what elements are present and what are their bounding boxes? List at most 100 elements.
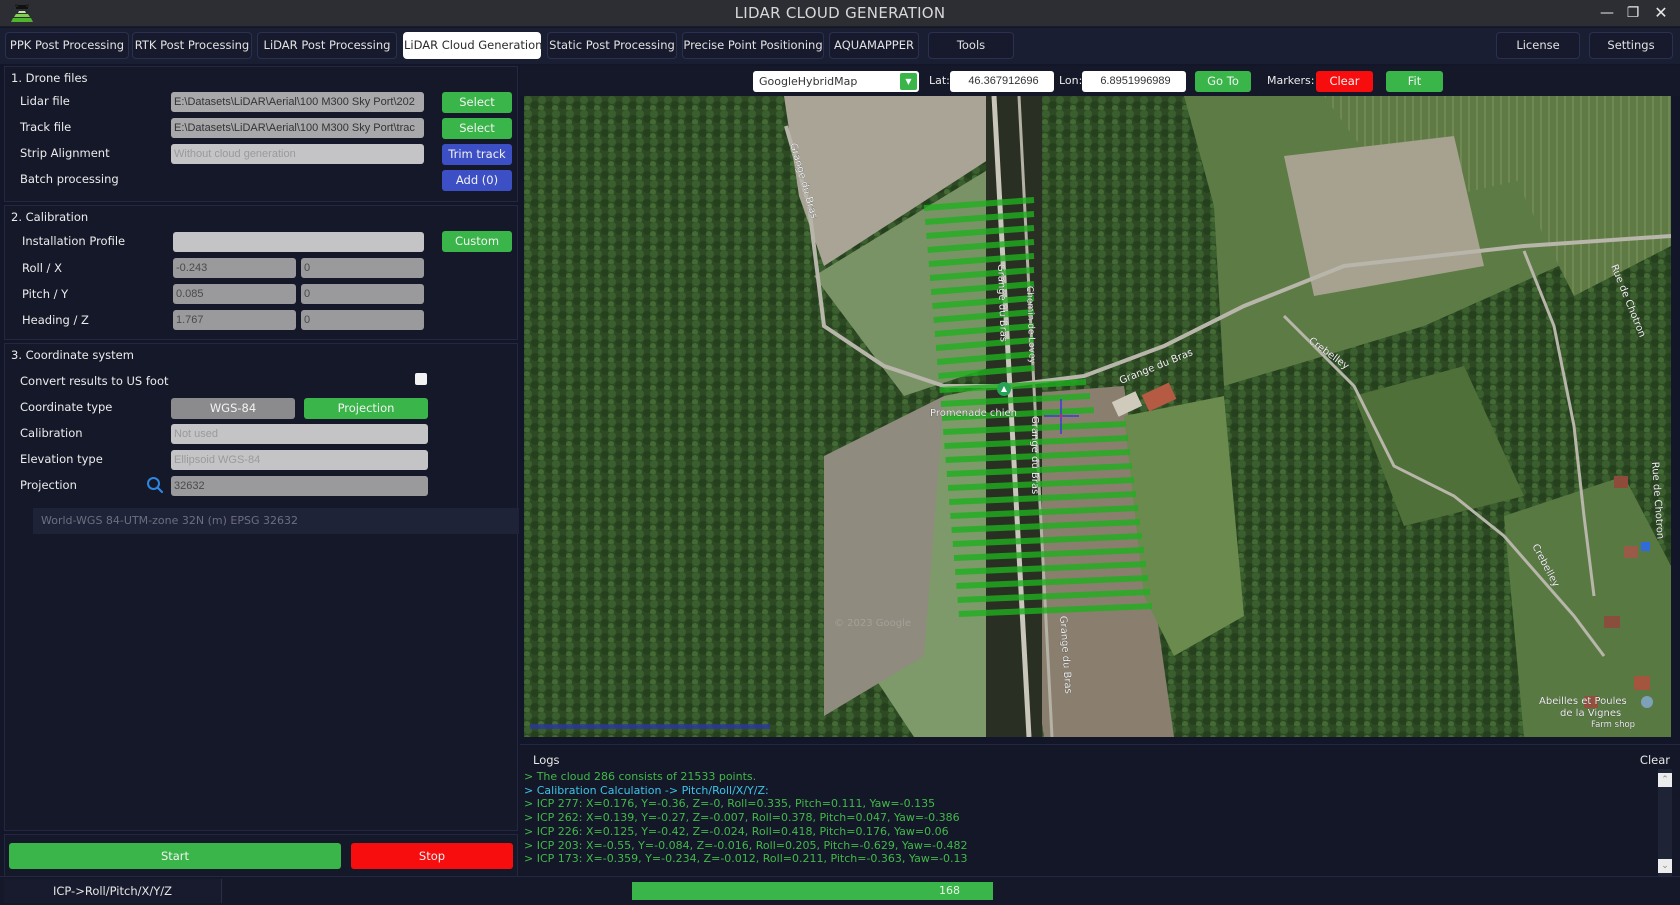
lidar-file-input[interactable]: E:\Datasets\LiDAR\Aerial\100 M300 Sky Po… — [171, 92, 424, 112]
tab-rtk-post-processing[interactable]: RTK Post Processing — [132, 32, 252, 59]
map-attribution-bar — [530, 724, 770, 729]
us-foot-checkbox[interactable] — [415, 373, 427, 385]
trim-track-button[interactable]: Trim track — [442, 144, 512, 165]
drone-files-title: 1. Drone files — [11, 71, 88, 85]
installation-profile-label: Installation Profile — [22, 234, 126, 248]
log-line: > ICP 262: X=0.139, Y=-0.27, Z=-0.007, R… — [524, 811, 960, 825]
map-label: Farm shop — [1591, 720, 1635, 730]
logs-panel: Logs Clear > The cloud 286 consists of 2… — [520, 744, 1680, 879]
tab-settings[interactable]: Settings — [1589, 32, 1673, 59]
coordinate-type-label: Coordinate type — [20, 400, 113, 414]
left-panel: 1. Drone files Lidar file E:\Datasets\Li… — [4, 66, 519, 878]
projection-button[interactable]: Projection — [304, 398, 428, 419]
batch-processing-label: Batch processing — [20, 172, 119, 186]
y-offset-input[interactable]: 0 — [301, 284, 424, 304]
chevron-down-icon: ▼ — [900, 73, 917, 90]
projection-input[interactable]: 32632 — [171, 476, 428, 496]
tab-precise-point-positioning[interactable]: Precise Point Positioning — [682, 32, 824, 59]
map-building — [1614, 476, 1628, 488]
wgs84-button[interactable]: WGS-84 — [171, 398, 295, 419]
markers-fit-button[interactable]: Fit — [1386, 71, 1443, 92]
tab-tools[interactable]: Tools — [928, 32, 1014, 59]
log-line: > ICP 173: X=-0.359, Y=-0.234, Z=-0.012,… — [524, 852, 968, 866]
roll-value-input[interactable]: -0.243 — [173, 258, 296, 278]
calibration-title: 2. Calibration — [11, 210, 89, 224]
main-tab-bar: PPK Post Processing RTK Post Processing … — [0, 28, 1680, 64]
restore-button[interactable]: ❐ — [1622, 3, 1644, 23]
log-lines: > The cloud 286 consists of 21533 points… — [524, 770, 968, 866]
coordinate-system-title: 3. Coordinate system — [11, 348, 134, 362]
drone-files-group: 1. Drone files Lidar file E:\Datasets\Li… — [4, 66, 518, 202]
lon-input[interactable]: 6.8951996989 — [1082, 71, 1186, 92]
pitch-label: Pitch / Y — [22, 287, 69, 301]
map-view[interactable]: Grange du Bras Grange du Bras Grange du … — [524, 96, 1671, 737]
batch-add-button[interactable]: Add (0) — [442, 170, 512, 191]
start-button[interactable]: Start — [9, 843, 341, 869]
tab-ppk-post-processing[interactable]: PPK Post Processing — [5, 32, 129, 59]
map-shop-pin-icon[interactable] — [1641, 696, 1653, 708]
title-bar: LIDAR CLOUD GENERATION — ❐ ✕ — [0, 0, 1680, 27]
map-bus-stop-icon — [1641, 542, 1650, 551]
roll-label: Roll / X — [22, 261, 62, 275]
heading-value-input[interactable]: 1.767 — [173, 310, 296, 330]
log-line: > ICP 277: X=0.176, Y=-0.36, Z=-0, Roll=… — [524, 797, 936, 811]
projection-label: Projection — [20, 478, 77, 492]
lidar-file-select-button[interactable]: Select — [442, 92, 512, 113]
scroll-up-icon[interactable]: ⌃ — [1658, 773, 1672, 787]
tab-static-post-processing[interactable]: Static Post Processing — [547, 32, 677, 59]
track-file-label: Track file — [20, 120, 72, 134]
tab-aquamapper[interactable]: AQUAMAPPER — [829, 32, 919, 59]
window-title: LIDAR CLOUD GENERATION — [734, 4, 946, 22]
logs-scrollbar[interactable]: ⌃ ⌄ — [1658, 769, 1672, 879]
map-building — [1634, 676, 1650, 690]
heading-label: Heading / Z — [22, 313, 89, 327]
map-label: Grange du Bras — [1029, 416, 1040, 494]
calibration-group: 2. Calibration Installation Profile Cust… — [4, 205, 518, 340]
custom-profile-button[interactable]: Custom — [442, 231, 512, 252]
map-type-select[interactable]: GoogleHybridMap ▼ — [753, 71, 919, 92]
satellite-map: Grange du Bras Grange du Bras Grange du … — [524, 96, 1671, 737]
markers-clear-button[interactable]: Clear — [1316, 71, 1373, 92]
markers-label: Markers: — [1267, 74, 1315, 87]
lon-label: Lon: — [1059, 74, 1083, 87]
map-toolbar: GoogleHybridMap ▼ Lat: 46.367912696 Lon:… — [520, 66, 1680, 96]
track-file-input[interactable]: E:\Datasets\LiDAR\Aerial\100 M300 Sky Po… — [171, 118, 424, 138]
goto-button[interactable]: Go To — [1195, 71, 1251, 92]
map-building — [1604, 616, 1620, 628]
minimize-button[interactable]: — — [1596, 3, 1618, 23]
tab-lidar-post-processing[interactable]: LiDAR Post Processing — [257, 32, 397, 59]
log-line: > Calibration Calculation -> Pitch/Roll/… — [524, 783, 769, 797]
logs-clear-button[interactable]: Clear — [1640, 753, 1670, 767]
track-file-select-button[interactable]: Select — [442, 118, 512, 139]
elevation-type-input[interactable]: Ellipsoid WGS-84 — [171, 450, 428, 470]
map-copyright: © 2023 Google — [834, 618, 911, 629]
progress-value: 168 — [939, 884, 960, 897]
elevation-type-label: Elevation type — [20, 452, 103, 466]
coordinate-system-group: 3. Coordinate system Convert results to … — [4, 343, 519, 831]
map-label: Abeilles et Poules — [1539, 696, 1627, 707]
installation-profile-input[interactable] — [173, 232, 424, 252]
log-line: > ICP 203: X=-0.55, Y=-0.084, Z=-0.016, … — [524, 838, 968, 852]
scroll-down-icon[interactable]: ⌄ — [1658, 859, 1672, 873]
strip-alignment-label: Strip Alignment — [20, 146, 110, 160]
stop-button[interactable]: Stop — [351, 843, 513, 869]
projection-description: World-WGS 84-UTM-zone 32N (m) EPSG 32632 — [33, 508, 519, 534]
lat-input[interactable]: 46.367912696 — [950, 71, 1054, 92]
calibration-type-label: Calibration — [20, 426, 83, 440]
x-offset-input[interactable]: 0 — [301, 258, 424, 278]
tab-lidar-cloud-generation[interactable]: LiDAR Cloud Generation — [403, 32, 542, 59]
us-foot-label: Convert results to US foot — [20, 374, 169, 388]
calibration-type-input[interactable]: Not used — [171, 424, 428, 444]
progress-bar: 168 — [632, 882, 993, 900]
strip-alignment-input[interactable]: Without cloud generation — [171, 144, 424, 164]
search-icon[interactable] — [146, 476, 164, 494]
tab-license[interactable]: License — [1496, 32, 1580, 59]
pitch-value-input[interactable]: 0.085 — [173, 284, 296, 304]
status-bar: ICP->Roll/Pitch/X/Y/Z 168 — [0, 876, 1680, 905]
status-mode: ICP->Roll/Pitch/X/Y/Z — [4, 879, 222, 903]
map-type-value: GoogleHybridMap — [759, 75, 858, 88]
close-button[interactable]: ✕ — [1650, 3, 1672, 23]
z-offset-input[interactable]: 0 — [301, 310, 424, 330]
logs-title: Logs — [533, 753, 560, 767]
map-label: Promenade chien — [930, 408, 1017, 419]
